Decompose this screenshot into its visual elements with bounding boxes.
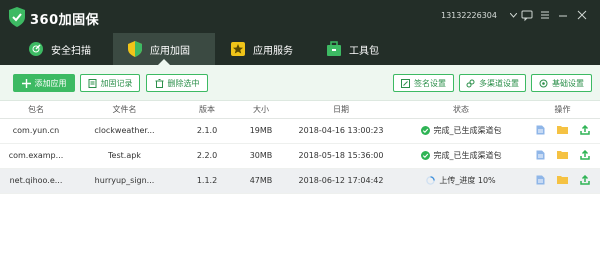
cell-actions [525, 168, 600, 194]
tab-toolbox[interactable]: 工具包 [326, 33, 406, 65]
cell-status: 完成_已生成渠道包 [397, 143, 525, 169]
cell-date: 2018-05-18 15:36:00 [285, 143, 397, 169]
document-icon [88, 78, 96, 88]
folder-icon[interactable] [556, 125, 568, 134]
trash-icon [155, 78, 163, 88]
cell-filename: hurryup_sign... [72, 168, 177, 194]
upload-icon[interactable] [579, 149, 590, 160]
cell-size: 47MB [237, 168, 285, 194]
cell-status: 完成_已生成渠道包 [397, 118, 525, 144]
shield-icon [128, 41, 142, 57]
hardening-log-button[interactable]: 加固记录 [80, 74, 140, 92]
tab-app-hardening[interactable]: 应用加固 [113, 33, 215, 65]
cell-status: 上传_进度 10% [397, 168, 525, 194]
tab-security-scan[interactable]: 安全扫描 [28, 33, 113, 65]
menu-icon[interactable] [538, 8, 552, 22]
app-logo-icon [9, 7, 25, 27]
cell-actions [525, 118, 600, 144]
cell-package: com.yun.cn [0, 118, 72, 144]
status-text: 完成_已生成渠道包 [433, 125, 502, 135]
app-title: 360加固保 [30, 13, 100, 28]
star-icon [231, 42, 245, 56]
signature-settings-button[interactable]: 签名设置 [393, 74, 454, 92]
tab-label: 安全扫描 [51, 45, 91, 57]
tab-label: 工具包 [349, 45, 379, 57]
feedback-icon[interactable] [520, 8, 534, 22]
cell-version: 2.2.0 [177, 143, 237, 169]
cell-package: net.qihoo.e... [0, 168, 72, 194]
plus-icon [21, 78, 31, 88]
cell-package: com.examp... [0, 143, 72, 169]
column-header-actions: 操作 [525, 101, 600, 119]
table-row[interactable]: net.qihoo.e... hurryup_sign... 1.1.2 47M… [0, 168, 600, 194]
upload-icon[interactable] [579, 174, 590, 185]
table-empty-area [0, 196, 600, 280]
title-bar: 360加固保 13132226304 [0, 0, 600, 33]
file-icon[interactable] [536, 125, 545, 135]
cell-actions [525, 143, 600, 169]
folder-icon[interactable] [556, 150, 568, 159]
cell-size: 30MB [237, 143, 285, 169]
tab-app-services[interactable]: 应用服务 [230, 33, 320, 65]
tab-label: 应用加固 [150, 45, 190, 57]
status-text: 完成_已生成渠道包 [433, 150, 502, 160]
cell-filename: Test.apk [72, 143, 177, 169]
basic-settings-button[interactable]: 基础设置 [531, 74, 592, 92]
status-text: 上传_进度 10% [439, 175, 496, 185]
column-header-size: 大小 [237, 101, 285, 119]
column-header-date: 日期 [285, 101, 397, 119]
close-icon[interactable] [575, 8, 589, 22]
chevron-down-icon[interactable] [510, 13, 517, 18]
multichannel-settings-button[interactable]: 多渠道设置 [459, 74, 526, 92]
table-row[interactable]: com.yun.cn clockweather... 2.1.0 19MB 20… [0, 118, 600, 144]
account-name[interactable]: 13132226304 [441, 11, 497, 20]
file-icon[interactable] [536, 175, 545, 185]
gear-icon [539, 79, 548, 87]
cell-date: 2018-06-12 17:04:42 [285, 168, 397, 194]
cell-filename: clockweather... [72, 118, 177, 144]
main-tabs: 安全扫描 应用加固 应用服务 工具包 [0, 33, 600, 65]
edit-icon [401, 78, 410, 88]
app-table: 包名 文件名 版本 大小 日期 状态 操作 com.yun.cn clockwe… [0, 101, 600, 194]
column-header-filename: 文件名 [72, 101, 177, 119]
tab-label: 应用服务 [253, 45, 293, 57]
delete-selected-button[interactable]: 删除选中 [146, 74, 208, 92]
column-header-package: 包名 [0, 101, 72, 119]
cell-date: 2018-04-16 13:00:23 [285, 118, 397, 144]
table-row[interactable]: com.examp... Test.apk 2.2.0 30MB 2018-05… [0, 143, 600, 169]
add-app-button[interactable]: 添加应用 [13, 74, 75, 92]
column-header-status: 状态 [397, 101, 525, 119]
table-header-row: 包名 文件名 版本 大小 日期 状态 操作 [0, 101, 600, 119]
check-circle-icon [420, 150, 430, 160]
minimize-icon[interactable] [556, 8, 570, 22]
folder-icon[interactable] [556, 175, 568, 184]
toolbar: 添加应用 加固记录 删除选中 签名设置 多渠道设置 基础设置 [0, 65, 600, 101]
cell-version: 1.1.2 [177, 168, 237, 194]
scan-icon [29, 42, 43, 56]
link-icon [466, 79, 475, 87]
check-circle-icon [420, 125, 430, 135]
column-header-version: 版本 [177, 101, 237, 119]
upload-icon[interactable] [579, 124, 590, 135]
file-icon[interactable] [536, 150, 545, 160]
cell-size: 19MB [237, 118, 285, 144]
toolbox-icon [327, 41, 341, 56]
cell-version: 2.1.0 [177, 118, 237, 144]
loading-spinner-icon [426, 175, 436, 185]
